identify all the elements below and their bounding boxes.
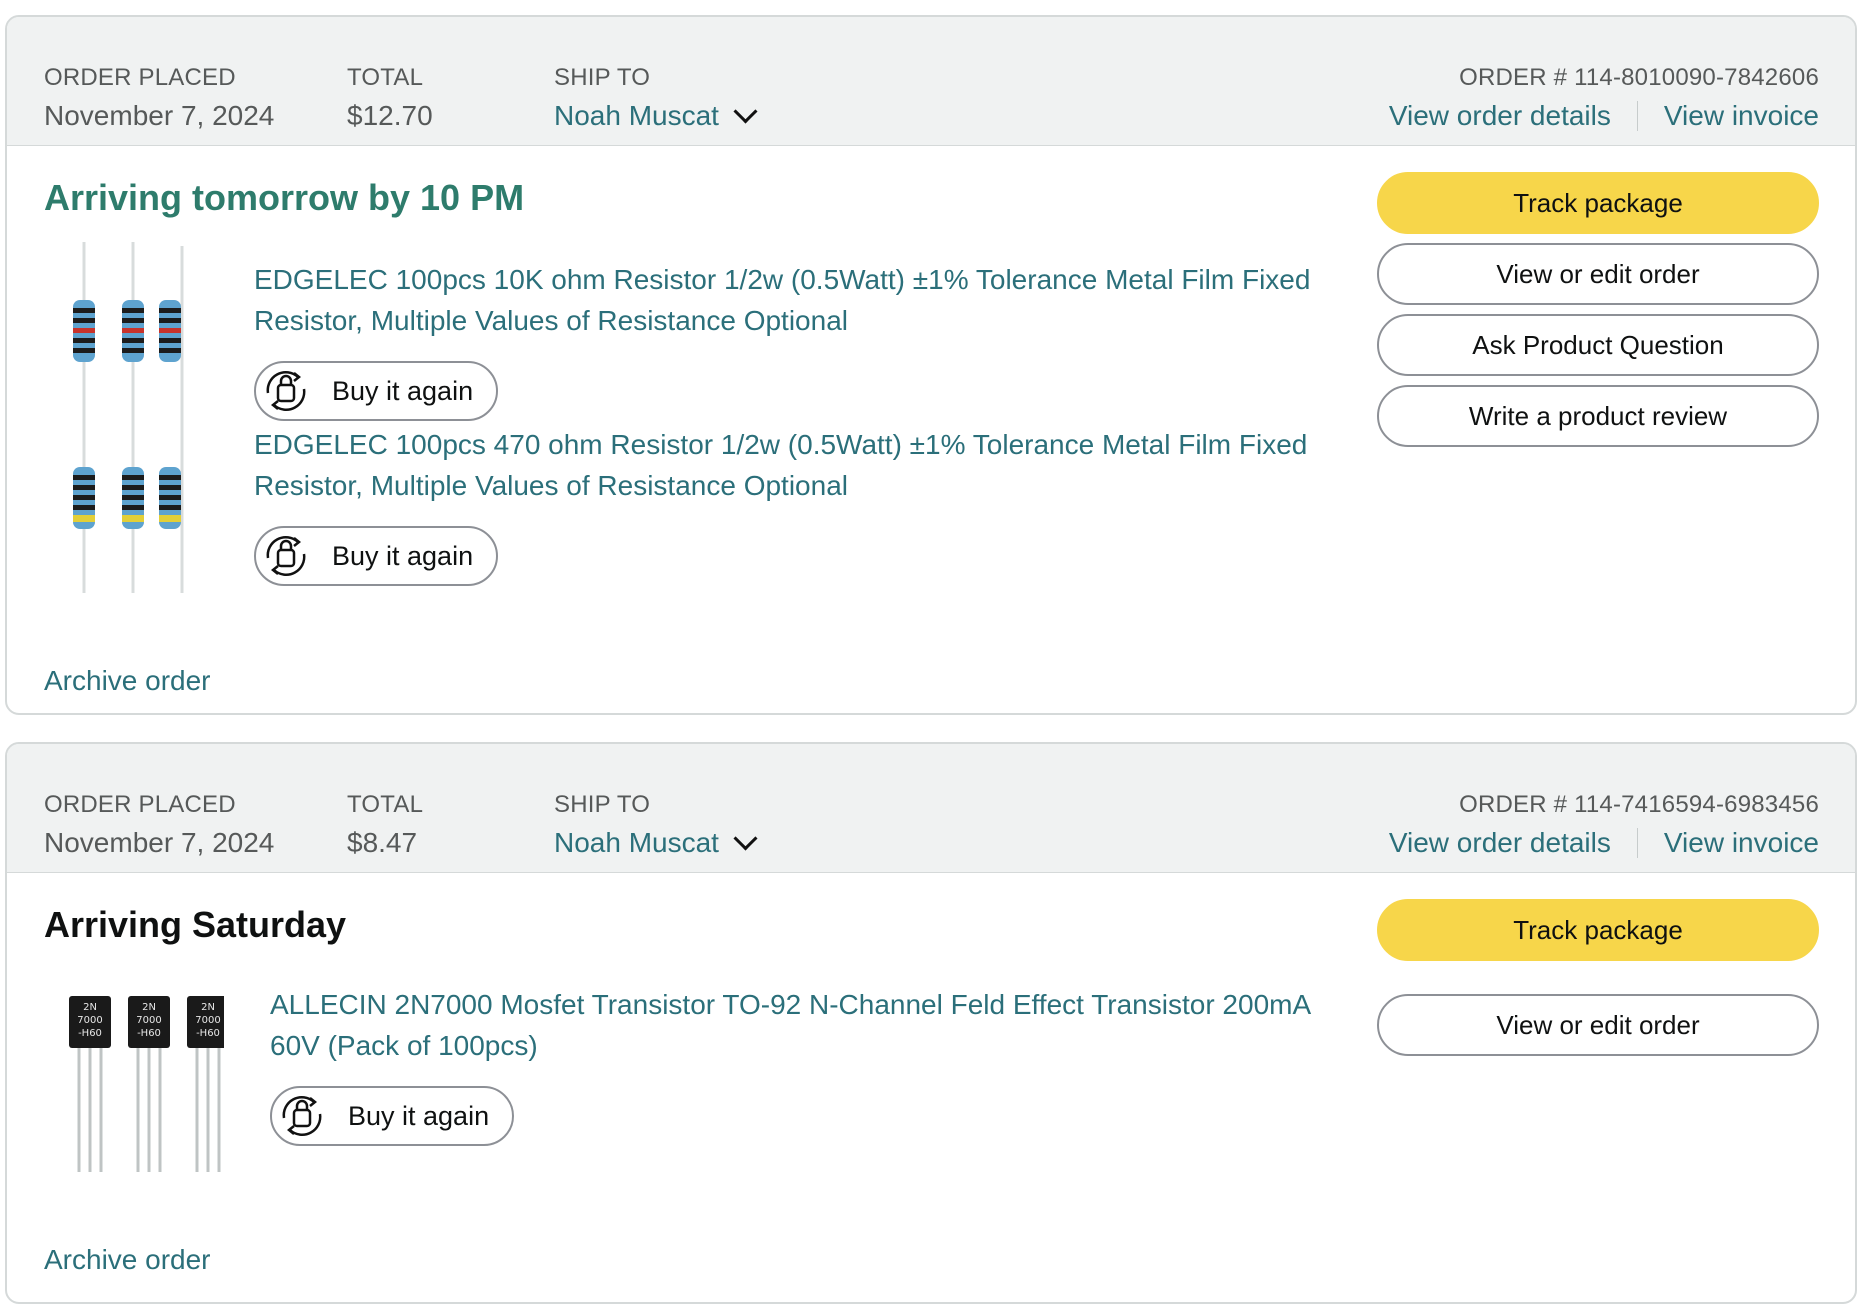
- write-review-button[interactable]: Write a product review: [1377, 385, 1819, 447]
- view-invoice-link[interactable]: View invoice: [1664, 95, 1819, 137]
- buy-again-icon: [266, 370, 306, 412]
- ship-to: SHIP TO Noah Muscat: [554, 63, 758, 137]
- package-marking: 7000: [136, 1015, 161, 1026]
- package-marking: -H60: [78, 1028, 102, 1039]
- ship-to-label: SHIP TO: [554, 791, 651, 818]
- order-total-label: TOTAL: [347, 64, 424, 91]
- order-total: TOTAL $12.70: [347, 63, 433, 137]
- buy-again-icon: [266, 535, 306, 577]
- item-title-link[interactable]: EDGELEC 100pcs 470 ohm Resistor 1/2w (0.…: [254, 424, 1344, 506]
- order-number: ORDER # 114-8010090-7842606: [1459, 64, 1819, 91]
- buy-again-label: Buy it again: [332, 540, 474, 571]
- order-card: ORDER PLACED November 7, 2024 TOTAL $12.…: [5, 15, 1857, 715]
- order-total-label: TOTAL: [347, 791, 424, 818]
- order-total-value: $8.47: [347, 827, 418, 858]
- order-card: ORDER PLACED November 7, 2024 TOTAL $8.4…: [5, 742, 1857, 1304]
- delivery-status: Arriving tomorrow by 10 PM: [44, 177, 525, 218]
- item-title-line: 60V (Pack of 100pcs): [270, 1030, 538, 1061]
- order-placed-date: November 7, 2024: [44, 827, 275, 858]
- archive-order-link[interactable]: Archive order: [44, 1244, 211, 1276]
- buy-again-button[interactable]: Buy it again: [254, 361, 498, 421]
- resistor-image[interactable]: [44, 242, 184, 428]
- order-placed-label: ORDER PLACED: [44, 791, 236, 818]
- archive-order-link[interactable]: Archive order: [44, 665, 211, 697]
- order-total: TOTAL $8.47: [347, 790, 423, 864]
- ask-product-question-button[interactable]: Ask Product Question: [1377, 314, 1819, 376]
- ship-to-name: Noah Muscat: [554, 100, 719, 131]
- order-number-block: ORDER # 114-8010090-7842606 View order d…: [1389, 63, 1819, 137]
- order-header: ORDER PLACED November 7, 2024 TOTAL $8.4…: [7, 744, 1855, 873]
- view-edit-order-button[interactable]: View or edit order: [1377, 243, 1819, 305]
- buy-again-button[interactable]: Buy it again: [254, 526, 498, 586]
- package-marking: 2N: [83, 1002, 97, 1013]
- order-number: ORDER # 114-7416594-6983456: [1459, 791, 1819, 818]
- package-marking: -H60: [196, 1028, 220, 1039]
- item-title-line: EDGELEC 100pcs 470 ohm Resistor 1/2w (0.…: [254, 429, 1308, 460]
- order-placed: ORDER PLACED November 7, 2024: [44, 63, 274, 137]
- buy-again-button[interactable]: Buy it again: [270, 1086, 514, 1146]
- buy-again-icon: [282, 1095, 322, 1137]
- item-title-link[interactable]: ALLECIN 2N7000 Mosfet Transistor TO-92 N…: [270, 984, 1360, 1066]
- package-marking: 2N: [142, 1002, 156, 1013]
- order-placed: ORDER PLACED November 7, 2024: [44, 790, 274, 864]
- package-marking: 7000: [77, 1015, 102, 1026]
- transistor-image[interactable]: 2N 7000 -H60 2N 7000 -H60 2N 7000 -H60: [44, 996, 224, 1174]
- order-number-block: ORDER # 114-7416594-6983456 View order d…: [1389, 790, 1819, 864]
- item-title-link[interactable]: EDGELEC 100pcs 10K ohm Resistor 1/2w (0.…: [254, 259, 1344, 341]
- track-package-button[interactable]: Track package: [1377, 899, 1819, 961]
- resistor-image[interactable]: [44, 407, 184, 593]
- package-marking: -H60: [137, 1028, 161, 1039]
- delivery-status: Arriving Saturday: [44, 904, 347, 945]
- item-title-line: Resistor, Multiple Values of Resistance …: [254, 470, 848, 501]
- item-title-line: ALLECIN 2N7000 Mosfet Transistor TO-92 N…: [270, 989, 1312, 1020]
- ship-to: SHIP TO Noah Muscat: [554, 790, 758, 864]
- order-header: ORDER PLACED November 7, 2024 TOTAL $12.…: [7, 17, 1855, 146]
- view-edit-order-button[interactable]: View or edit order: [1377, 994, 1819, 1056]
- divider: [1636, 101, 1638, 131]
- item-title-line: Resistor, Multiple Values of Resistance …: [254, 305, 848, 336]
- order-placed-label: ORDER PLACED: [44, 64, 236, 91]
- view-order-details-link[interactable]: View order details: [1389, 95, 1611, 137]
- chevron-down-icon: [733, 825, 758, 851]
- view-order-details-link[interactable]: View order details: [1389, 822, 1611, 864]
- divider: [1636, 828, 1638, 858]
- buy-again-label: Buy it again: [332, 375, 474, 406]
- package-marking: 7000: [195, 1015, 220, 1026]
- order-placed-date: November 7, 2024: [44, 100, 275, 131]
- ship-to-recipient[interactable]: Noah Muscat: [554, 95, 758, 137]
- chevron-down-icon: [733, 98, 758, 124]
- item-title-line: EDGELEC 100pcs 10K ohm Resistor 1/2w (0.…: [254, 264, 1311, 295]
- order-total-value: $12.70: [347, 100, 433, 131]
- ship-to-name: Noah Muscat: [554, 827, 719, 858]
- ship-to-recipient[interactable]: Noah Muscat: [554, 822, 758, 864]
- ship-to-label: SHIP TO: [554, 64, 651, 91]
- view-invoice-link[interactable]: View invoice: [1664, 822, 1819, 864]
- package-marking: 2N: [201, 1002, 215, 1013]
- buy-again-label: Buy it again: [348, 1100, 490, 1131]
- track-package-button[interactable]: Track package: [1377, 172, 1819, 234]
